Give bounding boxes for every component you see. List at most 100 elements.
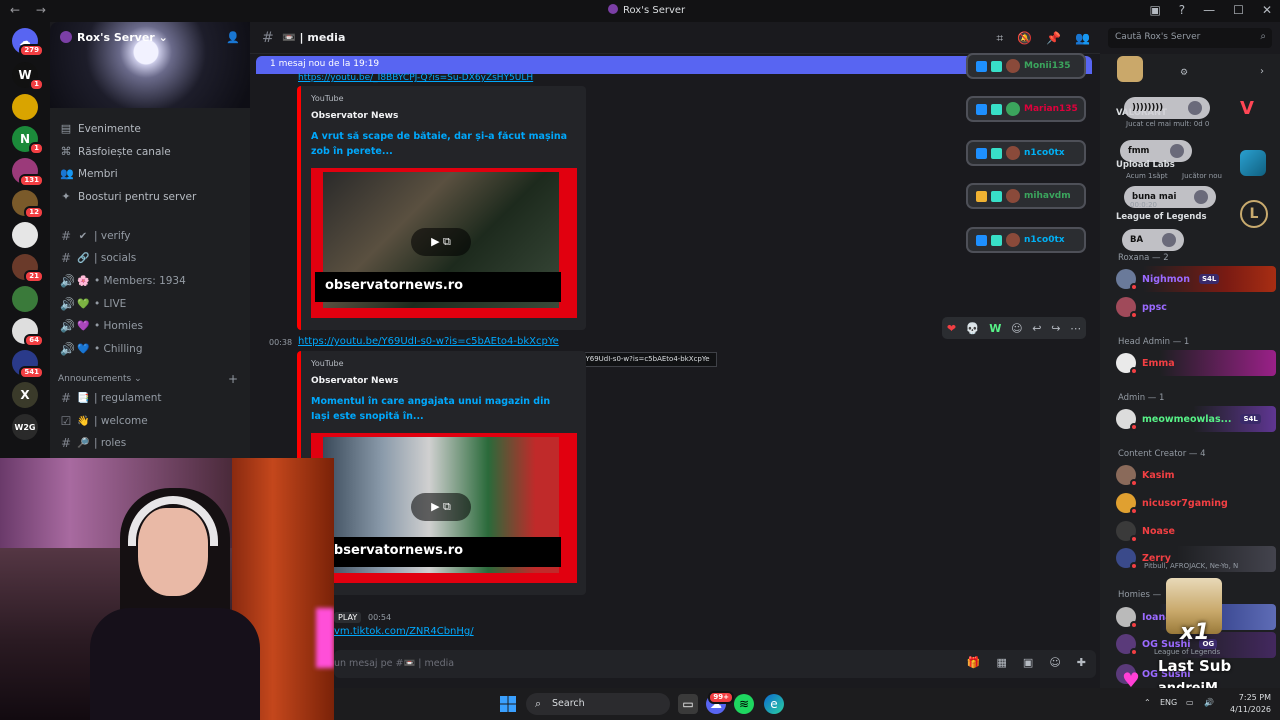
gift-icon[interactable]: 🎁 <box>967 656 981 669</box>
taskbar-search[interactable]: ⌕ Search <box>526 693 670 715</box>
server-icon[interactable] <box>12 94 38 120</box>
spotify-app-icon[interactable]: ≋ <box>734 694 754 714</box>
heart-reaction-icon[interactable]: ❤ <box>947 322 956 335</box>
clock[interactable]: 7:25 PM 4/11/2026 <box>1230 692 1271 716</box>
server-icon[interactable]: 64 <box>12 318 44 347</box>
maximize-button[interactable]: ☐ <box>1233 3 1244 17</box>
member-row[interactable]: Kasim <box>1116 465 1175 487</box>
voice-user-pill[interactable]: Marian135 <box>966 96 1086 122</box>
threads-icon[interactable]: ⌗ <box>996 31 1003 46</box>
voice-user-pill[interactable]: Monii135 <box>966 53 1086 79</box>
chevron-down-icon: ⌄ <box>134 374 142 384</box>
chevron-right-icon[interactable]: › <box>1260 66 1264 77</box>
language-indicator[interactable]: ENG <box>1160 698 1177 707</box>
message-link[interactable]: https://youtu.be/Y69UdI-s0-w?is=c5bAEto4… <box>298 336 559 347</box>
help-icon[interactable]: ? <box>1179 3 1185 17</box>
more-icon[interactable]: ⋯ <box>1070 322 1081 335</box>
back-arrow-icon[interactable]: ← <box>10 3 20 17</box>
server-icon[interactable]: W1 <box>12 62 44 91</box>
settings-icon[interactable]: ⚙ <box>1180 68 1188 78</box>
server-icon[interactable]: 131 <box>12 158 44 187</box>
server-icon[interactable] <box>12 222 38 248</box>
server-icon[interactable] <box>12 286 38 312</box>
member-row[interactable]: Ioana <box>1116 607 1172 629</box>
channel-verify[interactable]: # ✔ | verify <box>60 229 131 243</box>
play-video-icon[interactable]: ▶ ⧉ <box>411 493 471 521</box>
nav-members[interactable]: 👥 Membri <box>60 167 118 180</box>
minimize-button[interactable]: — <box>1203 3 1215 17</box>
channel-welcome[interactable]: ☑ 👋 | welcome <box>60 414 148 428</box>
emoji-icon[interactable]: ☺ <box>1049 656 1060 669</box>
discord-app-icon[interactable]: ☁ 99+ <box>706 691 734 714</box>
server-name-button[interactable]: Rox's Server ⌄ <box>60 31 168 44</box>
voice-user-pill[interactable]: n1co0tx <box>966 140 1086 166</box>
tray-overflow-icon[interactable]: ⌃ <box>1144 698 1151 707</box>
member-row[interactable]: nicusor7gaming <box>1116 493 1228 515</box>
category-label: Announcements <box>58 374 132 384</box>
embed-author[interactable]: Observator News <box>311 376 398 386</box>
forward-icon[interactable]: ↪ <box>1051 322 1060 335</box>
nav-browse-channels[interactable]: ⌘ Răsfoiește canale <box>60 145 171 158</box>
search-input[interactable]: Caută Rox's Server ⌕ <box>1108 28 1272 48</box>
server-icon[interactable]: N1 <box>12 126 44 155</box>
member-list-icon[interactable]: 👥 <box>1075 31 1090 46</box>
voice-user-pill[interactable]: mihavdm <box>966 183 1086 209</box>
magnifier-icon: 🔎 <box>77 437 90 449</box>
message-link[interactable]: https://youtu.be/_I8BBYCPJ-Q?is=Su-DX6yZ… <box>298 73 533 83</box>
embed-title[interactable]: Momentul în care angajata unui magazin d… <box>311 394 571 424</box>
apps-icon[interactable]: ✚ <box>1077 656 1086 669</box>
server-icon[interactable]: 12 <box>12 190 44 219</box>
video-thumbnail[interactable]: ▶ ⧉ observatornews.ro <box>311 168 577 318</box>
close-button[interactable]: ✕ <box>1262 3 1272 17</box>
add-reaction-icon[interactable]: ☺ <box>1011 322 1022 335</box>
member-row[interactable]: Nighmon S4L <box>1116 269 1220 291</box>
server-icon[interactable]: X <box>12 382 38 408</box>
video-thumbnail[interactable]: ▶ ⧉ observatornews.ro <box>311 433 577 583</box>
forward-arrow-icon[interactable]: → <box>36 3 46 17</box>
server-icon[interactable]: W2G <box>12 414 38 440</box>
channel-roles[interactable]: # 🔎 | roles <box>60 436 126 450</box>
voice-channel-live[interactable]: 🔊 💚 • LIVE <box>60 297 126 311</box>
edge-app-icon[interactable]: e <box>764 694 784 714</box>
network-icon[interactable]: ▭ <box>1186 698 1194 707</box>
unread-badge: 131 <box>19 174 44 187</box>
embed-author[interactable]: Observator News <box>311 111 398 121</box>
reply-icon[interactable]: ↩ <box>1032 322 1041 335</box>
channel-socials[interactable]: # 🔗 | socials <box>60 251 136 265</box>
member-row[interactable]: Emma <box>1116 353 1175 375</box>
direct-messages-button[interactable]: ☁ 279 <box>12 28 44 57</box>
notification-bell-icon[interactable]: 🔕 <box>1017 31 1032 46</box>
nav-server-boosts[interactable]: ✦ Boosturi pentru server <box>60 190 196 203</box>
task-view-icon[interactable]: ▭ <box>678 694 698 714</box>
voice-user-pill[interactable]: n1co0tx <box>966 227 1086 253</box>
play-video-icon[interactable]: ▶ ⧉ <box>411 228 471 256</box>
message-composer[interactable]: un mesaj pe #📼 | media 🎁 ▦ ▣ ☺ ✚ <box>334 650 1096 678</box>
voice-channel-members[interactable]: 🔊 🌸 • Members: 1934 <box>60 274 186 288</box>
channel-regulament[interactable]: # 📑 | regulament <box>60 391 162 405</box>
stream-icon <box>976 103 987 115</box>
pin-icon[interactable]: 📌 <box>1046 31 1061 46</box>
server-icon[interactable]: 21 <box>12 254 44 283</box>
message-link[interactable]: vm.tiktok.com/ZNR4CbnHg/ <box>334 626 474 637</box>
invite-icon[interactable]: 👤 <box>226 31 240 44</box>
inbox-icon[interactable]: ▣ <box>1149 3 1160 17</box>
member-row[interactable]: meowmeowlas... S4L <box>1116 409 1261 431</box>
voice-channel-chilling[interactable]: 🔊 💙 • Chilling <box>60 342 143 356</box>
member-row[interactable]: ppsc <box>1116 297 1167 319</box>
nav-events[interactable]: ▤ Evenimente <box>60 122 141 135</box>
clock-date: 4/11/2026 <box>1230 705 1272 714</box>
volume-icon[interactable]: 🔊 <box>1204 698 1214 707</box>
activity-time: 00:0:20 <box>1130 201 1157 209</box>
gif-icon[interactable]: ▦ <box>997 656 1007 669</box>
voice-channel-homies[interactable]: 🔊 💜 • Homies <box>60 319 143 333</box>
member-row[interactable]: Noase <box>1116 521 1175 543</box>
sticker-icon[interactable]: ▣ <box>1023 656 1033 669</box>
create-channel-icon[interactable]: + <box>228 372 238 386</box>
server-icon[interactable]: 541 <box>12 350 44 379</box>
w-reaction-icon[interactable]: W <box>989 322 1001 335</box>
skull-reaction-icon[interactable]: 💀 <box>966 322 980 335</box>
embed-title[interactable]: A vrut să scape de bătaie, dar și-a făcu… <box>311 129 571 159</box>
avatar <box>1116 269 1138 291</box>
category-announcements[interactable]: Announcements ⌄ <box>58 374 142 384</box>
windows-start-icon[interactable] <box>500 696 516 712</box>
